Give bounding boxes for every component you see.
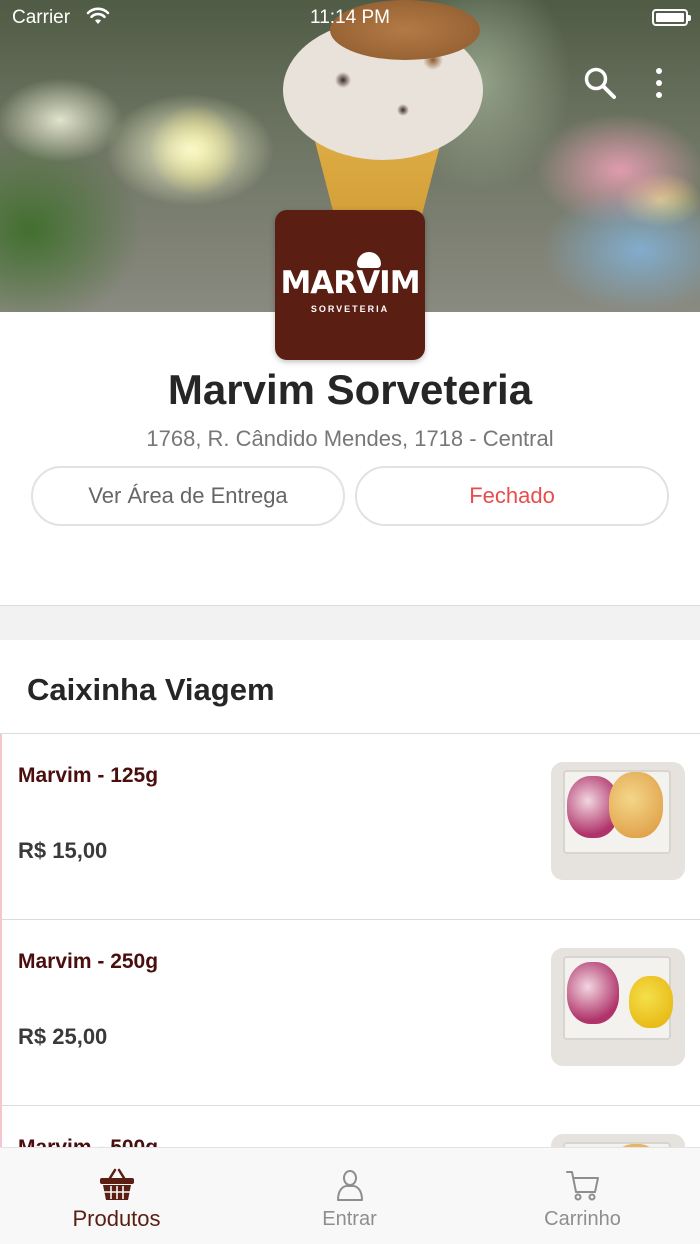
user-icon (337, 1170, 363, 1201)
product-price: R$ 25,00 (18, 1024, 108, 1049)
tab-carrinho[interactable]: Carrinho (466, 1148, 699, 1244)
clock: 11:14 PM (310, 7, 390, 28)
product-item[interactable]: Marvim - 250g R$ 25,00 (2, 920, 700, 1106)
product-list: Marvim - 125g R$ 15,00 Marvim - 250g R$ … (0, 734, 700, 1150)
section-divider (0, 605, 700, 606)
search-icon[interactable] (583, 66, 617, 100)
basket-icon (100, 1168, 134, 1200)
product-name: Marvim - 125g (18, 764, 159, 787)
store-status-button[interactable]: Fechado (355, 466, 669, 526)
product-image (551, 762, 685, 880)
product-item[interactable]: Marvim - 500g (2, 1106, 700, 1150)
battery-icon (652, 9, 691, 26)
product-price: R$ 15,00 (18, 838, 108, 863)
product-name: Marvim - 250g (18, 950, 159, 973)
tab-bar: Produtos Entrar Carrinho (0, 1147, 700, 1244)
cart-icon (566, 1171, 599, 1201)
store-address: 1768, R. Cândido Mendes, 1718 - Central (146, 426, 554, 451)
tab-produtos[interactable]: Produtos (0, 1148, 233, 1244)
product-item[interactable]: Marvim - 125g R$ 15,00 (2, 734, 700, 920)
store-logo: MARVIM SORVETERIA (275, 210, 425, 360)
tab-label: Produtos (72, 1206, 161, 1231)
logo-subtext: SORVETERIA (310, 304, 390, 314)
delivery-area-button[interactable]: Ver Área de Entrega (31, 466, 345, 526)
status-bar: Carrier 11:14 PM (0, 0, 700, 36)
section-title: Caixinha Viagem (27, 672, 275, 707)
tab-entrar[interactable]: Entrar (233, 1148, 466, 1244)
more-vertical-icon[interactable] (648, 66, 670, 100)
tab-label: Carrinho (544, 1208, 621, 1230)
store-name: Marvim Sorveteria (167, 366, 533, 413)
logo-wordmark: MARVIM (280, 265, 420, 301)
tab-label: Entrar (322, 1208, 377, 1230)
product-image (551, 948, 685, 1066)
product-section: Caixinha Viagem Marvim - 125g R$ 15,00 M… (0, 640, 700, 1150)
